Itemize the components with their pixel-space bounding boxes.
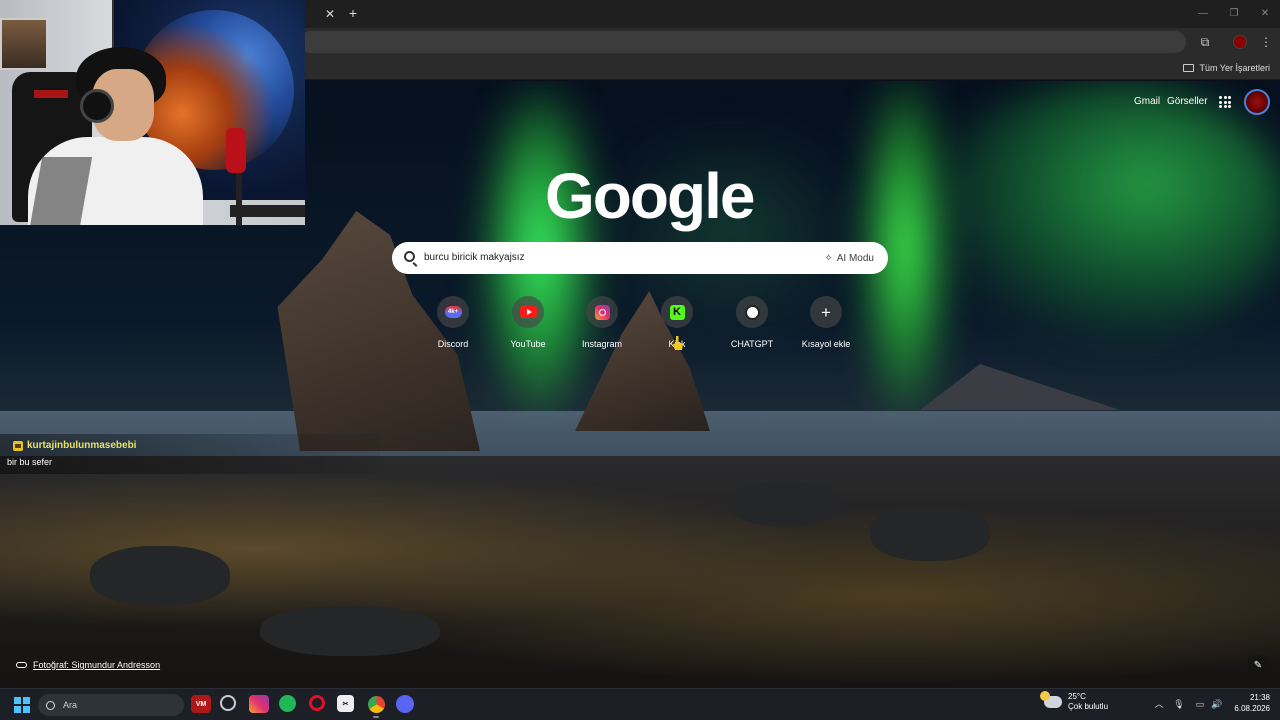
search-input[interactable]: burcu biricik makyajsız <box>424 242 804 274</box>
shortcut-tile <box>586 296 618 328</box>
instagram-icon <box>594 304 610 320</box>
shortcut-chatgpt[interactable]: CHATGPT <box>717 296 787 349</box>
weather-temp: 25°C <box>1068 692 1086 701</box>
mountain <box>920 364 1120 410</box>
restore-icon[interactable]: ❐ <box>1226 6 1242 22</box>
shore-rock <box>260 606 440 656</box>
obs-icon[interactable] <box>220 695 236 711</box>
shortcut-label: Discord <box>437 339 469 349</box>
headset-icon <box>80 89 114 123</box>
shortcut-label: CHATGPT <box>730 339 774 349</box>
gmail-link[interactable]: Gmail <box>1134 96 1160 107</box>
rocky-shore <box>0 456 1280 688</box>
shortcut-tile <box>736 296 768 328</box>
all-bookmarks-button[interactable]: Tüm Yer İşaretleri <box>1183 60 1270 76</box>
shortcut-label: YouTube <box>510 339 546 349</box>
photo-credit-link[interactable]: Fotoğraf: Sigmundur Andresson <box>16 660 160 670</box>
shore-rock <box>730 481 840 526</box>
add-shortcut-button[interactable]: + Kısayol ekle <box>791 296 861 349</box>
taskbar-search[interactable]: Ara <box>38 694 184 716</box>
shortcut-youtube[interactable]: YouTube <box>493 296 563 349</box>
aurora-glow <box>930 81 1280 341</box>
shore-rock <box>90 546 230 606</box>
keyboard <box>230 205 305 217</box>
kick-icon: K <box>669 304 685 320</box>
spotify-icon[interactable] <box>279 695 296 712</box>
clock-time: 21:38 <box>1249 693 1270 702</box>
ai-search-icon: ✧ <box>824 252 833 264</box>
clock-date: 6.08.2026 <box>1234 704 1270 713</box>
shore-rock <box>870 506 990 561</box>
microphone-icon[interactable]: 🎙 <box>1172 697 1186 711</box>
folder-icon <box>1183 64 1195 72</box>
photo-credit-label: Fotoğraf: Sigmundur Andresson <box>33 660 161 670</box>
taskbar-clock[interactable]: 21:38 6.08.2026 <box>1232 692 1270 714</box>
new-tab-button[interactable]: + <box>344 4 362 22</box>
shortcut-tile <box>512 296 544 328</box>
chat-username-label: kurtajinbulunmasebebi <box>27 440 137 451</box>
search-icon <box>46 700 55 710</box>
shortcut-tile: + <box>810 296 842 328</box>
capcut-icon[interactable]: ✂ <box>337 695 354 712</box>
menu-icon[interactable]: ⋮ <box>1257 33 1275 51</box>
chrome-icon[interactable] <box>366 695 386 718</box>
network-icon[interactable]: ▭ <box>1193 697 1207 711</box>
cloudy-weather-icon <box>1040 691 1062 708</box>
google-apps-icon[interactable] <box>1219 96 1231 108</box>
shortcut-tile: 4k+ <box>437 296 469 328</box>
shortcut-tile: K <box>661 296 693 328</box>
shortcut-instagram[interactable]: Instagram <box>567 296 637 349</box>
extensions-icon[interactable]: ⧉ <box>1196 33 1214 51</box>
shortcut-label: Kısayol ekle <box>801 339 851 349</box>
shortcut-label: Instagram <box>581 339 623 349</box>
discord-icon: 4k+ <box>444 306 462 318</box>
ai-mode-button[interactable]: ✧ AI Modu <box>818 247 880 269</box>
subscriber-badge-icon <box>13 440 23 451</box>
all-bookmarks-label: Tüm Yer İşaretleri <box>1199 63 1270 73</box>
close-window-icon[interactable]: ✕ <box>1257 6 1273 22</box>
ai-mode-label: AI Modu <box>836 252 874 264</box>
weather-desc: Çok bulutlu <box>1068 702 1109 711</box>
search-box[interactable]: burcu biricik makyajsız ✧ AI Modu <box>392 242 888 274</box>
chat-username: kurtajinbulunmasebebi <box>13 440 136 451</box>
instagram-app-icon[interactable] <box>249 695 269 713</box>
volume-icon[interactable]: 🔊 <box>1210 697 1224 711</box>
webcam-overlay <box>0 0 305 225</box>
google-logo: Google <box>545 160 755 232</box>
close-tab-icon[interactable]: ✕ <box>322 6 338 22</box>
minimize-icon[interactable]: — <box>1195 6 1211 22</box>
link-icon <box>16 662 27 668</box>
microphone <box>226 128 246 173</box>
account-avatar[interactable] <box>1244 89 1270 115</box>
show-hidden-icons-chevron-icon[interactable]: ︿ <box>1152 697 1166 711</box>
shirt <box>28 137 203 225</box>
taskbar-search-label: Ara <box>63 700 78 710</box>
windows-start-icon[interactable] <box>14 697 30 713</box>
plus-icon: + <box>821 302 831 322</box>
chatgpt-icon <box>744 304 760 320</box>
chat-message: bir bu sefer <box>7 457 53 467</box>
address-bar[interactable] <box>300 31 1186 53</box>
shortcut-discord[interactable]: 4k+ Discord <box>418 296 488 349</box>
opera-icon[interactable] <box>309 695 325 711</box>
streamer <box>18 45 208 225</box>
weather-text: 25°C Çok bulutlu <box>1068 692 1108 712</box>
images-link[interactable]: Görseller <box>1167 96 1208 107</box>
discord-app-icon[interactable] <box>396 695 414 713</box>
customize-pencil-icon[interactable]: ✎ <box>1247 655 1269 677</box>
search-icon <box>404 251 415 262</box>
weather-widget[interactable]: 25°C Çok bulutlu <box>1040 691 1108 712</box>
youtube-icon <box>519 306 537 318</box>
browser-profile-icon[interactable] <box>1233 35 1247 49</box>
voicemeeter-icon[interactable]: VM <box>191 695 211 713</box>
